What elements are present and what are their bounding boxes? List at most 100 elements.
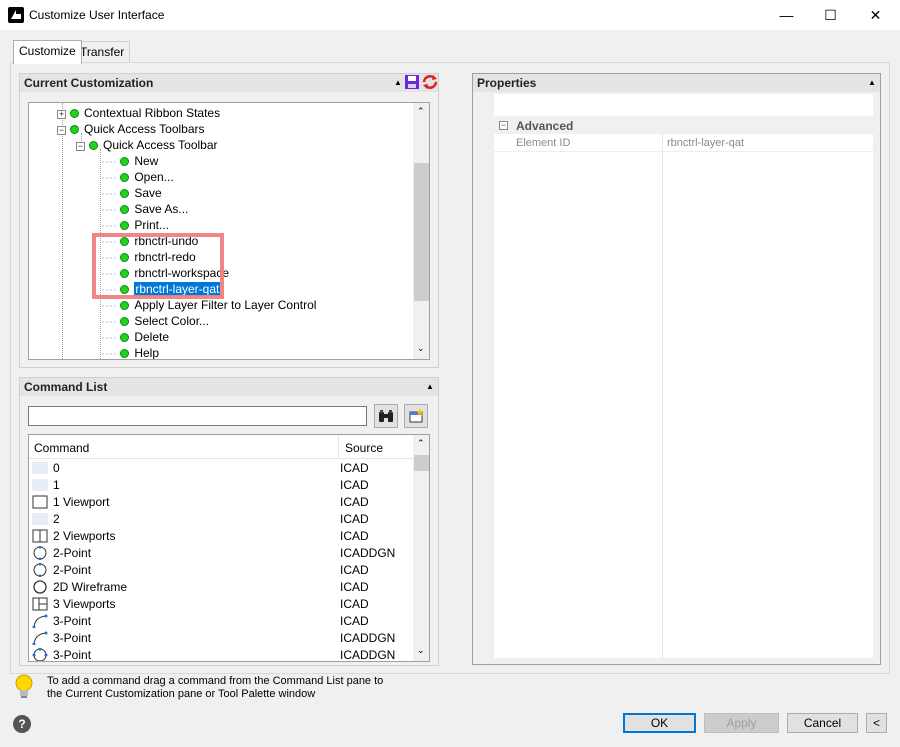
new-command-button[interactable] (404, 404, 428, 428)
highlight-box (92, 233, 224, 299)
tree-item-select-color[interactable]: ···· Select Color... (101, 313, 209, 329)
table-row[interactable]: 2-Point ICAD (29, 562, 413, 579)
command-source: ICADDGN (340, 546, 396, 560)
command-name: 2 Viewports (53, 529, 116, 543)
tab-transfer[interactable]: Transfer (74, 41, 131, 63)
table-row[interactable]: 3-Point ICADDGN (29, 630, 413, 647)
tree-item-contextual-ribbon-states[interactable]: + Contextual Ribbon States (57, 105, 220, 121)
scroll-up-icon[interactable]: ⌃ (417, 438, 425, 449)
tree-item-print[interactable]: ···· Print... (101, 217, 169, 233)
collapse-arrow-icon[interactable]: ▲ (426, 382, 434, 391)
current-customization-header: Current Customization (20, 74, 438, 92)
node-status-icon (120, 349, 130, 358)
table-row[interactable]: 3-Point ICAD (29, 613, 413, 630)
tree-item-new[interactable]: ···· New (101, 153, 158, 169)
command-name: 3 Viewports (53, 597, 116, 611)
node-status-icon (120, 317, 130, 326)
command-source: ICAD (340, 597, 369, 611)
minimize-button[interactable]: — (764, 0, 809, 30)
table-row[interactable]: 2D Wireframe ICAD (29, 579, 413, 596)
node-status-icon (120, 205, 130, 214)
collapse-icon[interactable]: − (57, 126, 66, 135)
help-icon[interactable]: ? (13, 715, 31, 733)
window-title: Customize User Interface (29, 8, 165, 22)
table-row[interactable]: 2 ICAD (29, 511, 413, 528)
app-icon (8, 7, 24, 23)
tree-item-save[interactable]: ···· Save (101, 185, 162, 201)
apply-button[interactable]: Apply (704, 713, 779, 733)
collapse-icon[interactable]: − (76, 142, 85, 151)
command-name: 2-Point (53, 563, 92, 577)
tree-item-help[interactable]: ···· Help (101, 345, 159, 359)
expand-icon[interactable]: + (57, 110, 66, 119)
table-row[interactable]: 3-Point ICADDGN (29, 647, 413, 662)
node-status-icon (120, 301, 130, 310)
hint-line-1: To add a command drag a command from the… (47, 675, 384, 687)
table-row[interactable]: 3 Viewports ICAD (29, 596, 413, 613)
table-header: Command Source (29, 435, 413, 459)
column-header-command[interactable]: Command (34, 441, 89, 455)
tree-item-delete[interactable]: ···· Delete (101, 329, 169, 345)
close-button[interactable]: ✕ (853, 0, 898, 30)
two-viewports-icon (32, 529, 48, 543)
maximize-button[interactable]: ☐ (808, 0, 853, 30)
panel-title: Current Customization (24, 76, 154, 90)
tree-item-open[interactable]: ···· Open... (101, 169, 174, 185)
tree-scrollbar[interactable]: ⌃ ⌄ (413, 103, 429, 359)
arc-3pt-icon (32, 631, 48, 646)
save-icon[interactable] (404, 74, 420, 90)
properties-header: Properties (473, 74, 880, 92)
command-icon (32, 461, 48, 475)
command-scrollbar[interactable]: ⌃ ⌄ (413, 435, 429, 661)
collapse-section-icon[interactable]: − (499, 121, 508, 130)
collapse-panel-button[interactable]: < (866, 713, 887, 733)
column-header-source[interactable]: Source (345, 441, 383, 455)
find-button[interactable] (374, 404, 398, 428)
cancel-button[interactable]: Cancel (787, 713, 858, 733)
table-row[interactable]: 2 Viewports ICAD (29, 528, 413, 545)
scroll-up-icon[interactable]: ⌃ (417, 106, 425, 117)
table-row[interactable]: 2-Point ICADDGN (29, 545, 413, 562)
property-grid: − Advanced Element ID rbnctrl-layer-qat (480, 94, 873, 658)
node-status-icon (70, 109, 79, 118)
tab-customize[interactable]: Customize (13, 40, 82, 64)
command-source: ICADDGN (340, 648, 396, 662)
collapse-arrow-icon[interactable]: ▲ (394, 78, 402, 87)
command-search-input[interactable] (28, 406, 367, 426)
scroll-down-icon[interactable]: ⌄ (417, 645, 425, 656)
tree-item-apply-layer-filter[interactable]: ···· Apply Layer Filter to Layer Control (101, 297, 316, 313)
hint-line-2: the Current Customization pane or Tool P… (47, 688, 316, 700)
node-status-icon (89, 141, 98, 150)
property-row-element-id[interactable]: Element ID rbnctrl-layer-qat (494, 134, 873, 658)
property-value: rbnctrl-layer-qat (667, 137, 745, 149)
table-row[interactable]: 1 Viewport ICAD (29, 494, 413, 511)
scroll-thumb[interactable] (414, 455, 429, 471)
circle-icon (32, 580, 48, 594)
tree-item-quick-access-toolbars[interactable]: − Quick Access Toolbars (57, 121, 205, 137)
command-source: ICAD (340, 614, 369, 628)
panel-title: Properties (477, 76, 537, 90)
table-row[interactable]: 1 ICAD (29, 477, 413, 494)
command-name: 0 (53, 461, 60, 475)
command-source: ICAD (340, 495, 369, 509)
command-icon (32, 512, 48, 526)
command-source: ICAD (340, 478, 369, 492)
node-status-icon (70, 125, 79, 134)
property-name: Element ID (516, 137, 571, 149)
scroll-thumb[interactable] (414, 163, 429, 301)
node-status-icon (120, 189, 130, 198)
circle-2pt-icon (32, 545, 48, 561)
ok-button[interactable]: OK (623, 713, 696, 733)
table-row[interactable]: 0 ICAD (29, 460, 413, 477)
scroll-down-icon[interactable]: ⌄ (417, 343, 425, 354)
tree-item-save-as[interactable]: ···· Save As... (101, 201, 188, 217)
node-status-icon (120, 333, 130, 342)
tree-item-quick-access-toolbar[interactable]: − Quick Access Toolbar (76, 137, 218, 153)
command-name: 2-Point (53, 546, 92, 560)
circle-2pt-icon (32, 562, 48, 578)
reload-icon[interactable] (421, 74, 439, 90)
single-viewport-icon (32, 495, 48, 509)
collapse-arrow-icon[interactable]: ▲ (868, 78, 876, 87)
command-source: ICADDGN (340, 631, 396, 645)
command-name: 1 Viewport (53, 495, 110, 509)
